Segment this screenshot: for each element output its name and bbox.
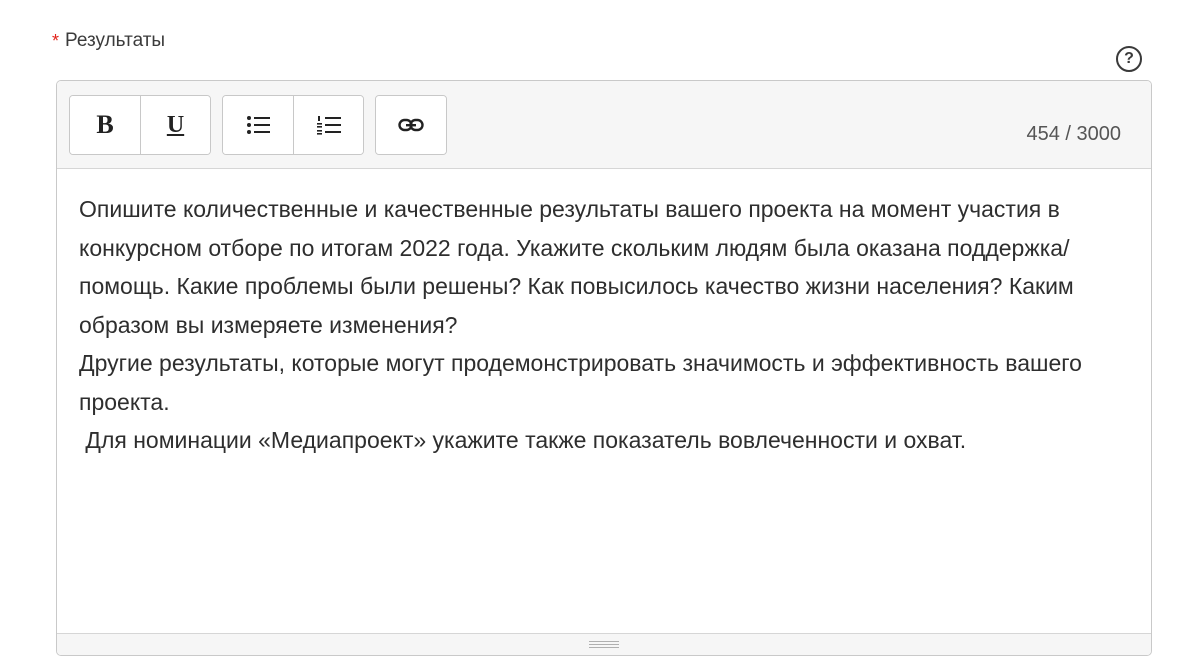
editor-toolbar: B U 454 / 3000 — [57, 81, 1151, 169]
character-counter: 454 / 3000 — [1026, 123, 1121, 145]
underline-button[interactable]: U — [140, 96, 210, 154]
field-label: Результаты — [65, 30, 166, 51]
bullet-list-button[interactable] — [223, 96, 293, 154]
help-icon[interactable]: ? — [1116, 46, 1142, 72]
editor-content[interactable]: Опишите количественные и качественные ре… — [57, 170, 1151, 634]
required-mark: * — [52, 31, 60, 51]
bullet-list-icon — [247, 116, 270, 134]
resize-handle[interactable] — [57, 633, 1151, 655]
content-paragraph: Другие результаты, которые могут продемо… — [79, 350, 1089, 415]
content-paragraph: Опишите количественные и качественные ре… — [79, 196, 1081, 338]
numbered-list-button[interactable] — [293, 96, 363, 154]
numbered-list-icon — [316, 116, 341, 135]
format-button-group: B U — [69, 95, 211, 155]
rich-text-editor: B U 454 / 3000 Опишите количественные и … — [56, 80, 1152, 656]
list-button-group — [222, 95, 364, 155]
field-label-row: * Результаты — [52, 30, 165, 52]
link-button-group — [375, 95, 447, 155]
content-paragraph: Для номинации «Медиапроект» укажите такж… — [79, 427, 967, 453]
link-button[interactable] — [376, 96, 446, 154]
results-field: * Результаты ? B U 454 / 3000 Опишите ко… — [0, 0, 1192, 668]
bold-button[interactable]: B — [70, 96, 140, 154]
grip-icon — [589, 641, 619, 648]
link-icon — [398, 118, 424, 132]
